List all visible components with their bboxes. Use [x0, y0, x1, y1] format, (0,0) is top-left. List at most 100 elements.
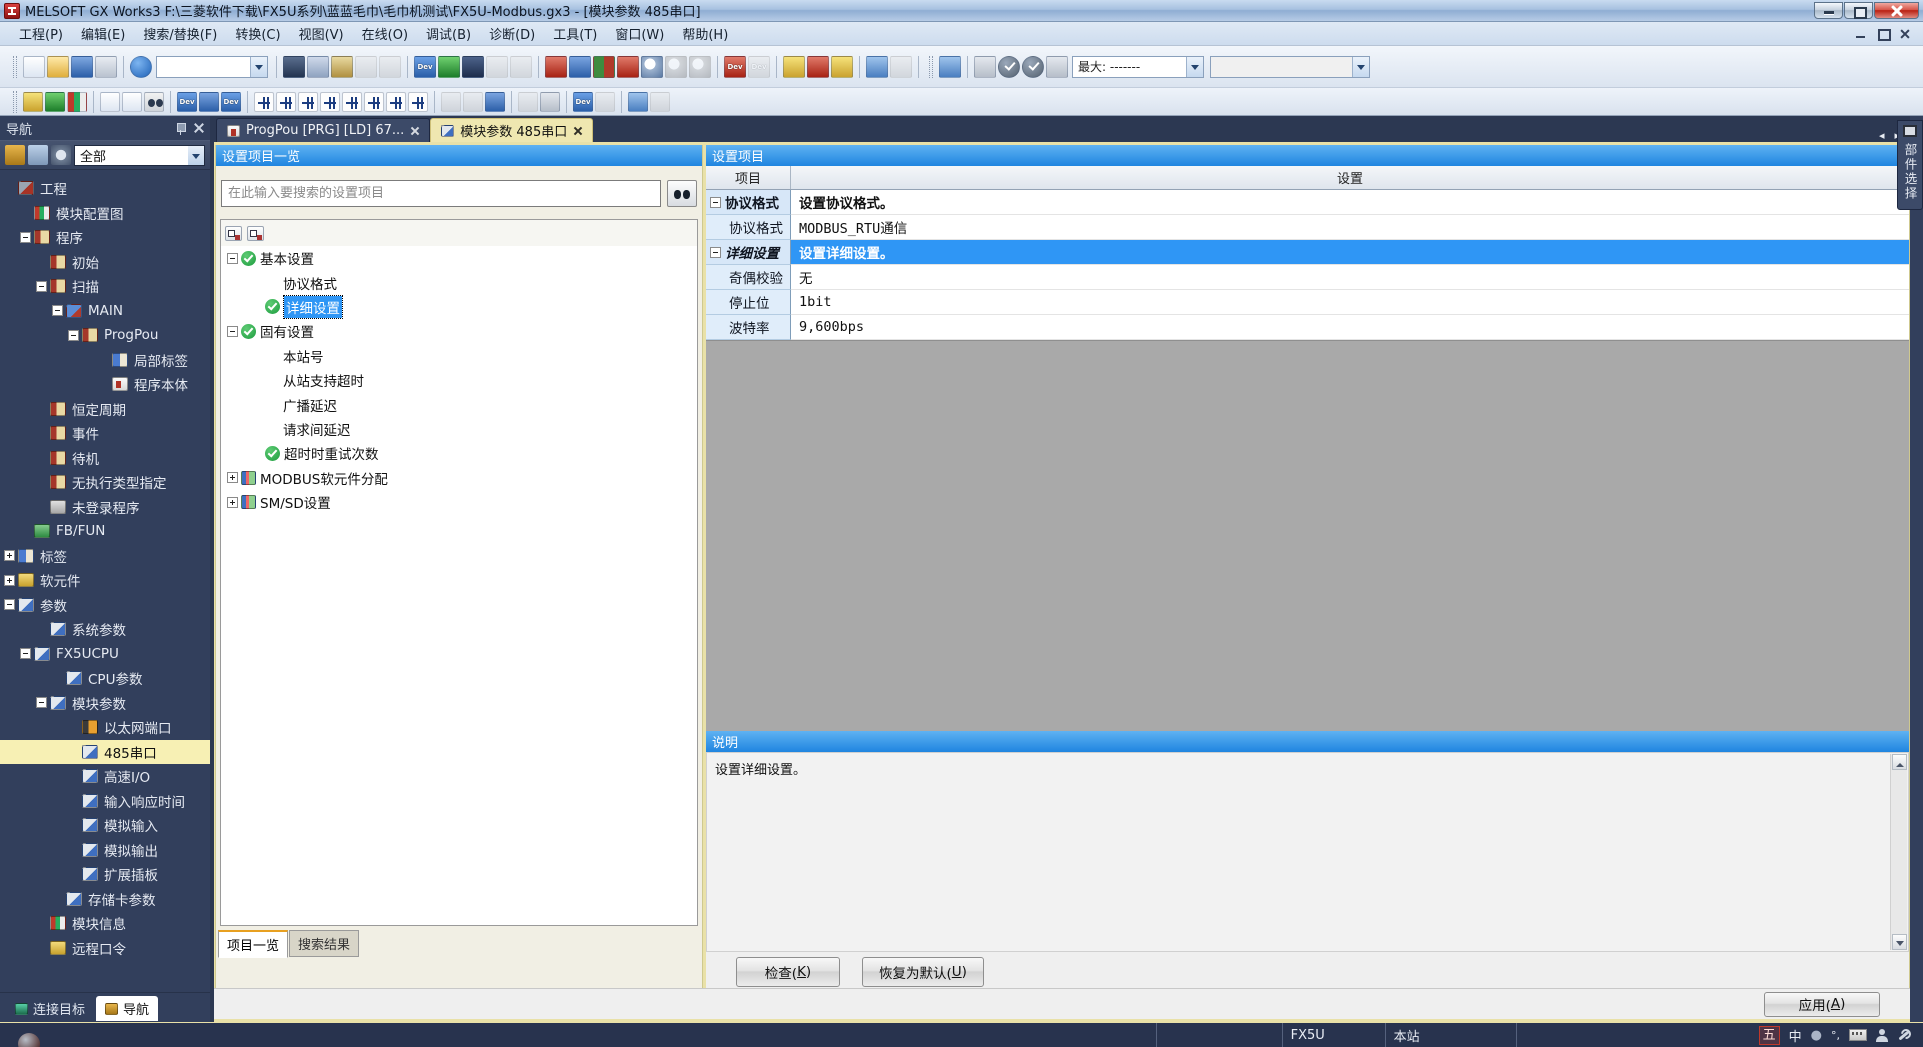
menu-convert[interactable]: 转换(C) — [226, 21, 289, 46]
note-scrollbar[interactable] — [1890, 754, 1907, 950]
nav-item-local-label[interactable]: 局部标签 — [0, 348, 210, 373]
close-contact-icon[interactable] — [276, 92, 296, 112]
nav-item-fx5ucpu[interactable]: FX5UCPU — [0, 642, 210, 667]
toolbar-grip[interactable] — [13, 56, 17, 78]
setting-broadcast-delay[interactable]: 广播延迟 — [221, 392, 697, 416]
transfer-verify-icon[interactable] — [831, 56, 853, 78]
monitor-start-icon[interactable] — [617, 56, 639, 78]
nav-item-analog-output[interactable]: 模拟输出 — [0, 838, 210, 863]
nav-item-ethernet-port[interactable]: 以太网端口 — [0, 715, 210, 740]
tree-collapse-icon[interactable] — [5, 145, 25, 165]
setting-slave-timeout[interactable]: 从站支持超时 — [221, 368, 697, 392]
table-row-parity[interactable]: 奇偶校验 无 — [706, 265, 1909, 290]
menu-view[interactable]: 视图(V) — [290, 21, 353, 46]
verify-icon[interactable] — [593, 56, 615, 78]
setting-detail[interactable]: 详细设置 — [221, 295, 697, 319]
label-list-icon[interactable] — [122, 92, 142, 112]
nav-item-module-parameter[interactable]: 模块参数 — [0, 691, 210, 716]
toolbar-grip[interactable] — [13, 91, 17, 113]
person-icon[interactable] — [1876, 1029, 1888, 1042]
pc-monitor-icon[interactable] — [939, 56, 961, 78]
wrench-icon[interactable] — [1897, 1028, 1911, 1042]
ime-language-icon[interactable]: 五 — [1759, 1026, 1780, 1045]
table-row-protocol-group[interactable]: 协议格式 设置协议格式。 — [706, 190, 1909, 215]
chevron-down-icon[interactable] — [1186, 57, 1203, 77]
nav-item-module-config[interactable]: 模块配置图 — [0, 201, 210, 226]
menu-online[interactable]: 在线(O) — [353, 21, 417, 46]
expand-icon[interactable] — [4, 575, 15, 586]
close-branch-icon[interactable] — [320, 92, 340, 112]
setting-request-delay[interactable]: 请求间延迟 — [221, 417, 697, 441]
program-list-icon[interactable] — [100, 92, 120, 112]
device-search-icon[interactable] — [641, 56, 663, 78]
restore-button[interactable] — [1844, 2, 1873, 19]
search-input[interactable] — [221, 180, 661, 207]
ime-shape-icon[interactable]: ● — [1811, 1028, 1822, 1043]
menu-diagnostics[interactable]: 诊断(D) — [480, 21, 544, 46]
open-project-icon[interactable] — [47, 56, 69, 78]
nav-item-program-body[interactable]: 程序本体 — [0, 372, 210, 397]
application-instruction-icon[interactable] — [364, 92, 384, 112]
collapse-icon[interactable] — [36, 697, 47, 708]
chevron-down-icon[interactable] — [250, 57, 267, 77]
collapse-icon[interactable] — [68, 330, 79, 341]
setting-modbus-device[interactable]: MODBUS软元件分配 — [221, 466, 697, 490]
collapse-icon[interactable] — [710, 197, 721, 208]
nav-item-device[interactable]: 软元件 — [0, 568, 210, 593]
tab-item-list[interactable]: 项目一览 — [218, 930, 288, 958]
table-row-stop-bit[interactable]: 停止位 1bit — [706, 290, 1909, 315]
ime-mode-icon[interactable]: 中 — [1789, 1026, 1802, 1045]
nav-item-parameter[interactable]: 参数 — [0, 593, 210, 618]
nav-item-fixed-cycle[interactable]: 恒定周期 — [0, 397, 210, 422]
open-contact-icon[interactable] — [254, 92, 274, 112]
scroll-down-icon[interactable] — [1892, 934, 1907, 950]
print-icon[interactable] — [95, 56, 117, 78]
ladder-monitor-icon[interactable] — [438, 56, 460, 78]
nav-item-scan[interactable]: 扫描 — [0, 274, 210, 299]
save-project-icon[interactable] — [71, 56, 93, 78]
ladder-edit-icon[interactable] — [462, 56, 484, 78]
child-close-button[interactable] — [1897, 27, 1913, 40]
nav-item-analog-input[interactable]: 模拟输入 — [0, 813, 210, 838]
menu-tools[interactable]: 工具(T) — [544, 21, 606, 46]
module-configuration-icon[interactable] — [67, 92, 87, 112]
child-minimize-button[interactable] — [1853, 27, 1869, 40]
setting-retry-count[interactable]: 超时时重试次数 — [221, 441, 697, 465]
ime-punctuation-icon[interactable]: °, — [1831, 1029, 1840, 1042]
element-selection-icon[interactable] — [45, 92, 65, 112]
toolbar-grip[interactable] — [929, 56, 933, 78]
nav-item-cpu-parameter[interactable]: CPU参数 — [0, 666, 210, 691]
menu-help[interactable]: 帮助(H) — [673, 21, 737, 46]
minimize-button[interactable] — [1814, 2, 1843, 19]
keyboard-icon[interactable] — [1849, 1029, 1867, 1041]
table-row-detail-group[interactable]: 详细设置 设置详细设置。 — [706, 240, 1909, 265]
menu-edit[interactable]: 编辑(E) — [72, 21, 134, 46]
table-row-protocol-format[interactable]: 协议格式 MODBUS_RTU通信 — [706, 215, 1909, 240]
table-row-baud-rate[interactable]: 波特率 9,600bps — [706, 315, 1909, 340]
tab-module-parameter-485[interactable]: 模块参数 485串口 — [430, 118, 593, 142]
collapse-icon[interactable] — [4, 599, 15, 610]
menu-project[interactable]: 工程(P) — [10, 21, 72, 46]
window-cascade-icon[interactable] — [866, 56, 888, 78]
menu-debug[interactable]: 调试(B) — [417, 21, 480, 46]
nav-item-project[interactable]: 工程 — [0, 176, 210, 201]
nav-item-system-parameter[interactable]: 系统参数 — [0, 617, 210, 642]
collapse-icon[interactable] — [36, 281, 47, 292]
nav-item-main[interactable]: MAIN — [0, 299, 210, 324]
part-selection-tab[interactable]: 部件选择 — [1897, 120, 1923, 210]
child-restore-button[interactable] — [1875, 27, 1891, 40]
read-from-plc-icon[interactable] — [569, 56, 591, 78]
gear-icon[interactable] — [51, 145, 71, 165]
tab-connection-destination[interactable]: 连接目标 — [6, 996, 94, 1021]
tab-scroll-left-icon[interactable]: ◂ — [1879, 129, 1885, 142]
restore-default-button[interactable]: 恢复为默认(U) — [862, 957, 984, 987]
tree-expand-icon[interactable] — [28, 145, 48, 165]
device-monitor-icon[interactable]: Dev — [573, 92, 593, 112]
collapse-icon[interactable] — [20, 648, 31, 659]
device-comment-icon[interactable]: Dev — [414, 56, 436, 78]
nav-item-label[interactable]: 标签 — [0, 544, 210, 569]
nav-item-initial[interactable]: 初始 — [0, 250, 210, 275]
paste-icon[interactable] — [331, 56, 353, 78]
stop-icon[interactable] — [974, 56, 996, 78]
expand-all-icon[interactable] — [247, 226, 264, 241]
